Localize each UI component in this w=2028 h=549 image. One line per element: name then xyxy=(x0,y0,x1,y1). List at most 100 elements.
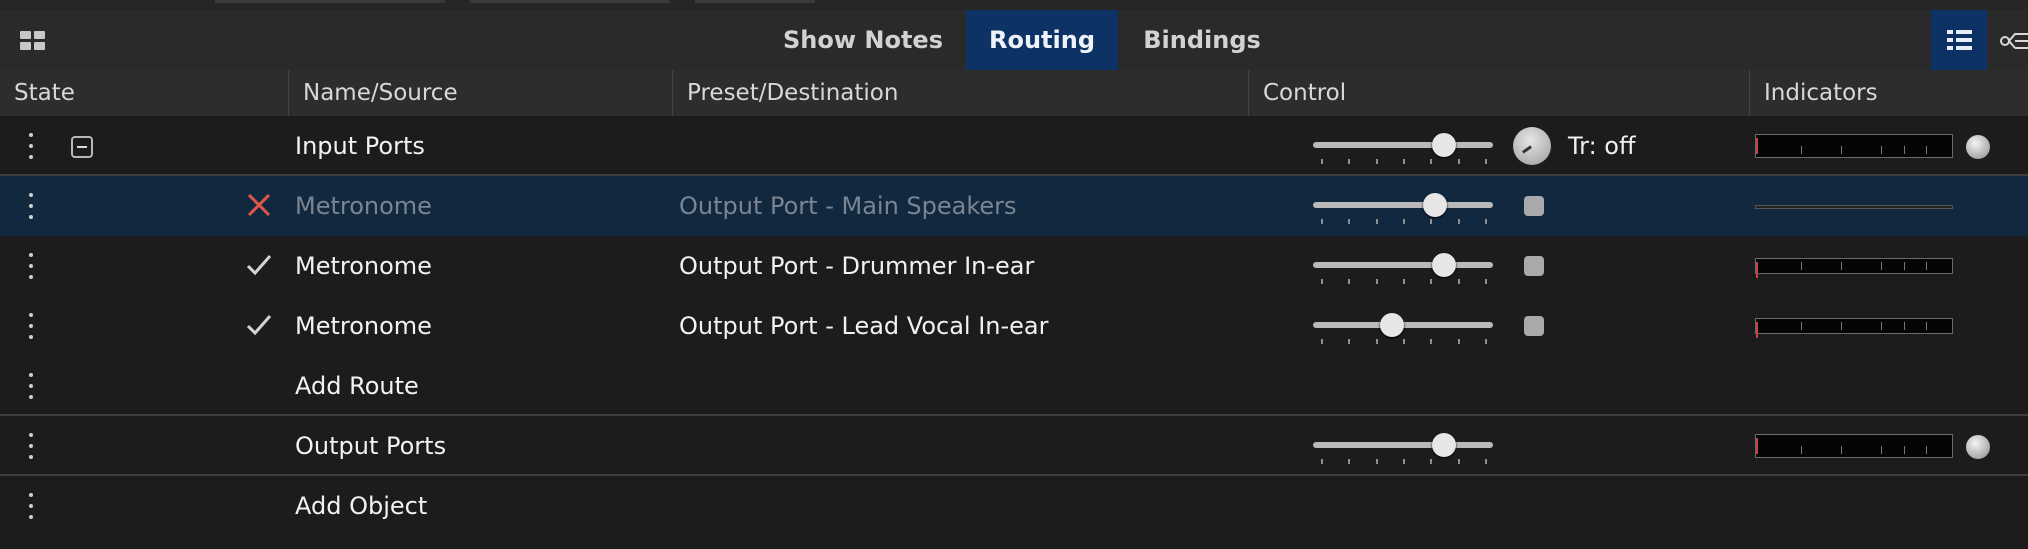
column-indicators[interactable]: Indicators xyxy=(1749,70,2028,116)
slider-tick xyxy=(1348,219,1351,224)
meter-tick xyxy=(1841,262,1842,270)
slider-tick xyxy=(1484,219,1487,224)
meter-tick xyxy=(1904,146,1905,154)
meter-tick xyxy=(1904,446,1905,454)
meter-tick xyxy=(1881,322,1882,330)
meter-peak-mark xyxy=(1756,438,1758,454)
slider-thumb[interactable] xyxy=(1432,133,1457,157)
slider-thumb[interactable] xyxy=(1380,313,1405,337)
slider-tick xyxy=(1457,219,1460,224)
x-icon[interactable] xyxy=(244,190,274,220)
slider-tick xyxy=(1402,219,1405,224)
slider-track[interactable] xyxy=(1313,142,1493,148)
tab-show-notes[interactable]: Show Notes xyxy=(768,10,958,70)
level-meter xyxy=(1755,258,1953,278)
column-header: State Name/Source Preset/Destination Con… xyxy=(0,70,2028,118)
drag-handle-icon[interactable] xyxy=(26,133,36,159)
slider-tick xyxy=(1321,459,1323,464)
slider-tick xyxy=(1321,219,1323,224)
meter-tick xyxy=(1926,446,1927,454)
mute-button[interactable] xyxy=(1524,256,1544,276)
row-route-lead-vocal[interactable]: Metronome Output Port - Lead Vocal In-ea… xyxy=(0,296,2028,356)
volume-slider[interactable] xyxy=(1313,430,1493,464)
grid-view-icon[interactable] xyxy=(20,31,46,51)
route-source: Metronome xyxy=(295,252,432,280)
column-name-source[interactable]: Name/Source xyxy=(288,70,672,116)
meter-tick xyxy=(1881,262,1882,270)
slider-tick xyxy=(1457,279,1460,284)
meter-peak-mark xyxy=(1756,262,1758,278)
slider-tick xyxy=(1430,339,1433,344)
volume-slider[interactable] xyxy=(1313,130,1493,164)
row-add-route[interactable]: Add Route xyxy=(0,356,2028,416)
slider-tick xyxy=(1457,339,1460,344)
drag-handle-icon[interactable] xyxy=(26,433,36,459)
meter-tick xyxy=(1926,322,1927,330)
route-destination: Output Port - Drummer In-ear xyxy=(679,252,1035,280)
level-meter xyxy=(1755,205,1953,209)
row-output-ports[interactable]: Output Ports xyxy=(0,416,2028,476)
mute-button[interactable] xyxy=(1524,316,1544,336)
volume-slider[interactable] xyxy=(1313,310,1493,344)
meter-tick xyxy=(1801,322,1802,330)
slider-tick xyxy=(1484,279,1487,284)
meter-tick xyxy=(1801,446,1802,454)
slider-track[interactable] xyxy=(1313,442,1493,448)
row-route-main-speakers[interactable]: Metronome Output Port - Main Speakers xyxy=(0,176,2028,236)
add-object-button[interactable]: Add Object xyxy=(295,476,427,536)
meter-tick xyxy=(1926,146,1927,154)
column-state[interactable]: State xyxy=(0,70,288,116)
slider-tick xyxy=(1348,459,1351,464)
slider-tick xyxy=(1321,279,1323,284)
list-view-icon[interactable] xyxy=(1931,10,1987,70)
drag-handle-icon[interactable] xyxy=(26,493,36,519)
drag-handle-icon[interactable] xyxy=(26,253,36,279)
check-icon[interactable] xyxy=(244,250,274,280)
drag-handle-icon[interactable] xyxy=(26,313,36,339)
row-input-ports[interactable]: Input Ports Tr: off xyxy=(0,116,2028,176)
slider-thumb[interactable] xyxy=(1432,433,1457,457)
slider-tick xyxy=(1348,279,1351,284)
slider-track[interactable] xyxy=(1313,262,1493,268)
slider-tick xyxy=(1484,339,1487,344)
meter-tick xyxy=(1904,262,1905,270)
drag-handle-icon[interactable] xyxy=(26,373,36,399)
tab-routing[interactable]: Routing xyxy=(966,10,1118,70)
meter-tick xyxy=(1881,446,1882,454)
slider-tick xyxy=(1375,159,1378,164)
column-control[interactable]: Control xyxy=(1248,70,1749,116)
slider-tick xyxy=(1348,159,1351,164)
slider-thumb[interactable] xyxy=(1423,193,1448,217)
tab-bindings[interactable]: Bindings xyxy=(1122,10,1282,70)
volume-slider[interactable] xyxy=(1313,250,1493,284)
slider-tick xyxy=(1375,339,1378,344)
mute-button[interactable] xyxy=(1524,196,1544,216)
transpose-label: Tr: off xyxy=(1568,132,1636,160)
volume-slider[interactable] xyxy=(1313,190,1493,224)
check-icon[interactable] xyxy=(244,310,274,340)
slider-tick xyxy=(1430,279,1433,284)
row-add-object[interactable]: Add Object xyxy=(0,476,2028,549)
slider-tick xyxy=(1402,159,1405,164)
slider-thumb[interactable] xyxy=(1432,253,1457,277)
meter-peak-mark xyxy=(1756,138,1758,154)
transpose-knob[interactable] xyxy=(1513,127,1551,165)
slider-tick xyxy=(1402,339,1405,344)
slider-track[interactable] xyxy=(1313,202,1493,208)
route-destination: Output Port - Lead Vocal In-ear xyxy=(679,312,1049,340)
row-name: Output Ports xyxy=(295,432,447,460)
activity-led xyxy=(1966,435,1990,459)
level-meter xyxy=(1755,134,1953,158)
slider-tick xyxy=(1375,279,1378,284)
meter-tick xyxy=(1904,322,1905,330)
meter-tick xyxy=(1841,322,1842,330)
routing-icon[interactable] xyxy=(1999,28,2028,54)
column-preset-destination[interactable]: Preset/Destination xyxy=(672,70,1248,116)
meter-tick xyxy=(1926,262,1927,270)
drag-handle-icon[interactable] xyxy=(26,193,36,219)
collapse-icon[interactable] xyxy=(71,136,93,158)
row-route-drummer[interactable]: Metronome Output Port - Drummer In-ear xyxy=(0,236,2028,296)
add-route-button[interactable]: Add Route xyxy=(295,356,419,416)
slider-tick xyxy=(1484,159,1487,164)
route-destination: Output Port - Main Speakers xyxy=(679,192,1017,220)
